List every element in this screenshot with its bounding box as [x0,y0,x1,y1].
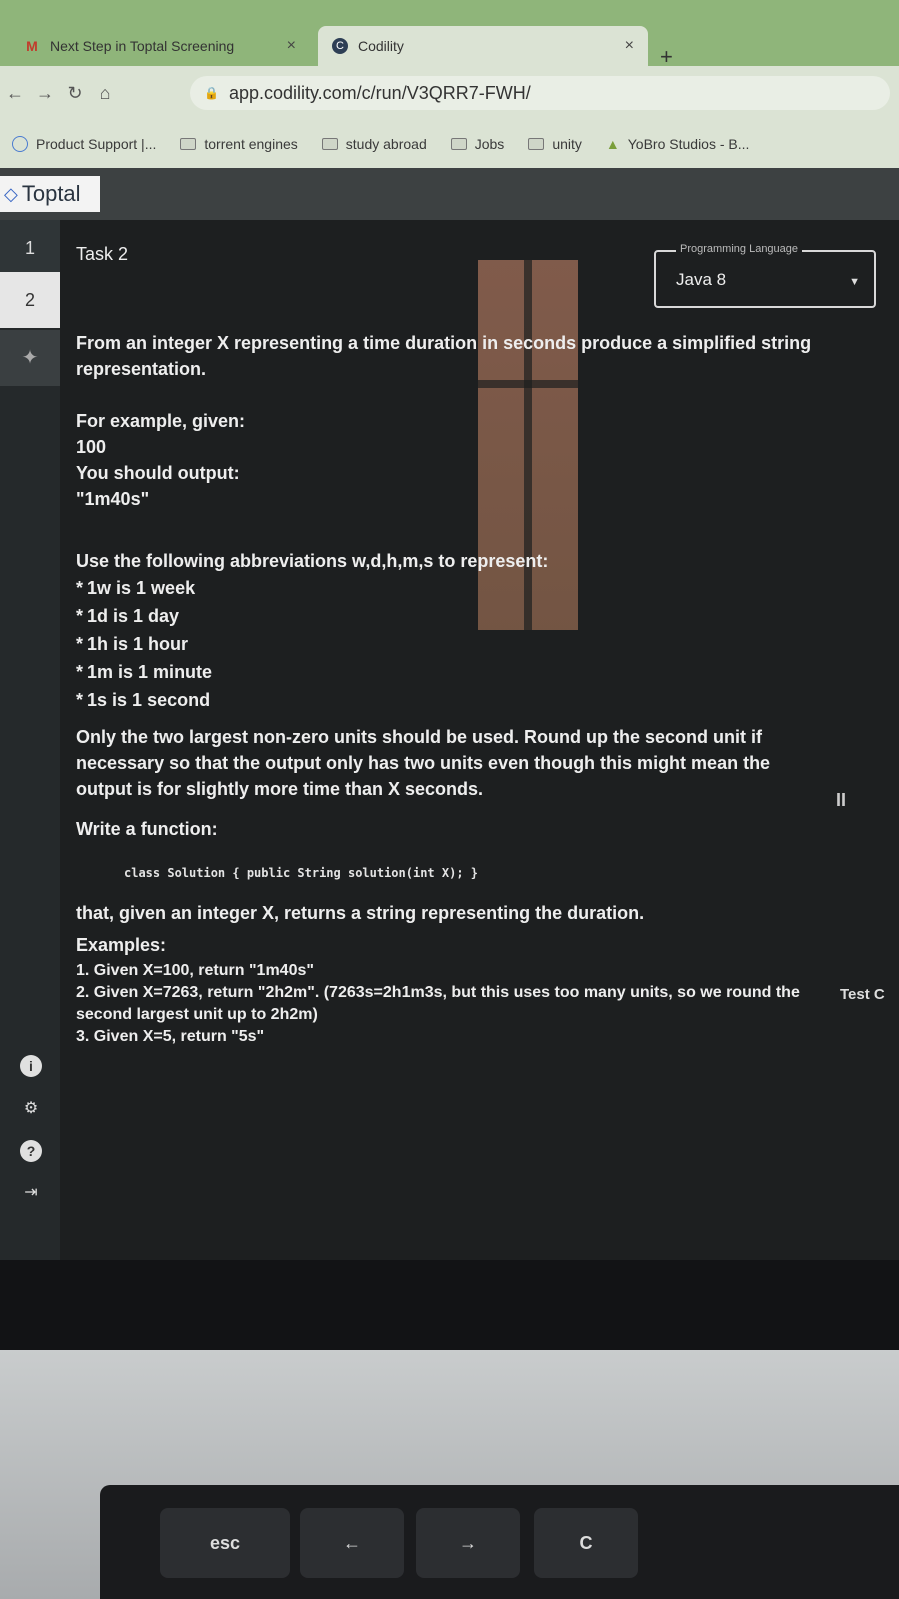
codility-icon: C [332,38,348,54]
examples-heading: Examples: [76,935,167,955]
globe-icon [12,136,28,152]
example-output-label: You should output: [76,463,240,483]
task-description-panel: Task 2 Programming Language Java 8 ▼ Fro… [60,220,899,1260]
tab-codility[interactable]: C Codility × [318,26,648,66]
examples-list: 1. Given X=100, return "1m40s" 2. Given … [76,960,816,1048]
bookmark-jobs[interactable]: Jobs [450,136,505,152]
tab-title: Next Step in Toptal Screening [50,38,235,54]
list-item: 3. Given X=5, return "5s" [76,1028,265,1045]
language-select[interactable]: Programming Language Java 8 ▼ [654,243,876,308]
rule-text: Only the two largest non-zero units shou… [76,727,771,799]
task-rail: 1 2 ✦ i ⚙ ? ⇥ [0,220,60,1260]
bookmark-study-abroad[interactable]: study abroad [321,136,427,152]
language-label: Programming Language [676,243,803,255]
list-item: 1d is 1 day [76,602,212,630]
tab-strip: M Next Step in Toptal Screening × C Codi… [0,0,899,69]
write-function-text: Write a function: [76,819,218,839]
list-item: 1m is 1 minute [76,658,212,686]
pane-resize-handle[interactable]: II [836,790,846,811]
reload-icon[interactable]: ↻ [60,83,90,104]
tab-title: Codility [358,38,404,54]
bookmark-label: torrent engines [204,136,298,152]
task-2-button[interactable]: 2 [0,272,60,328]
gmail-icon: M [26,38,38,54]
photo-stage: M Next Step in Toptal Screening × C Codi… [0,0,899,1599]
bookmark-torrent-engines[interactable]: torrent engines [180,136,298,152]
returns-text: that, given an integer X, returns a stri… [76,903,645,923]
screen-bezel: M [0,1260,899,1376]
tab-gmail[interactable]: M Next Step in Toptal Screening × [10,26,310,66]
feedback-icon[interactable]: ✦ [0,330,60,386]
folder-icon [180,138,197,150]
toptal-logo[interactable]: ◇ Toptal [0,176,100,212]
folder-icon [528,138,545,150]
list-item: 1w is 1 week [76,574,212,602]
example-block: For example, given: 100 You should outpu… [76,408,856,512]
bookmark-product-support[interactable]: Product Support |... [12,136,156,152]
list-item: 1h is 1 hour [76,630,212,658]
page-header: ◇ Toptal [0,168,899,220]
gear-icon[interactable]: ⚙ [20,1098,42,1120]
language-value: Java 8 [676,270,727,289]
lock-icon: 🔒 [204,86,219,100]
refresh-key[interactable]: C [534,1508,638,1578]
toptal-mark-icon: ◇ [4,183,18,204]
bookmark-label: Jobs [474,136,505,152]
bookmark-unity[interactable]: unity [528,136,582,152]
url-text: app.codility.com/c/run/V3QRR7-FWH/ [228,82,531,103]
help-icon[interactable]: ? [20,1140,42,1162]
bookmarks-bar: Product Support |... torrent engines stu… [0,120,899,168]
logo-text: Toptal [21,181,81,206]
esc-key[interactable]: esc [160,1508,290,1578]
bookmark-label: study abroad [345,136,427,152]
abbreviation-list: 1w is 1 week 1d is 1 day 1h is 1 hour 1m… [76,574,212,714]
forward-arrow-icon[interactable]: → [30,83,60,104]
example-intro: For example, given: [76,411,246,431]
bookmark-label: Product Support |... [36,136,157,152]
bookmark-yobro[interactable]: ▲ YoBro Studios - B... [606,136,750,152]
list-item: 1s is 1 second [76,686,212,714]
task-intro: From an integer X representing a time du… [76,333,812,379]
chevron-down-icon: ▼ [849,276,860,288]
address-bar[interactable]: 🔒 app.codility.com/c/run/V3QRR7-FWH/ [190,76,890,110]
back-key[interactable]: ← [300,1508,404,1578]
bookmark-label: YoBro Studios - B... [627,136,750,152]
info-icon[interactable]: i [20,1055,42,1077]
example-input: 100 [76,437,107,457]
folder-icon [321,138,338,150]
close-tab-icon[interactable]: × [287,37,296,55]
function-signature: class Solution { public String solution(… [124,866,479,880]
close-tab-icon[interactable]: × [625,37,634,55]
home-icon[interactable]: ⌂ [90,83,120,104]
task-title: Task 2 [76,244,129,264]
bookmark-label: unity [552,136,582,152]
abbreviation-intro: Use the following abbreviations w,d,h,m,… [76,551,549,571]
list-item: 2. Given X=7263, return "2h2m". (7263s=2… [76,984,800,1023]
logout-icon[interactable]: ⇥ [20,1182,42,1204]
task-1-button[interactable]: 1 [0,220,60,276]
example-output: "1m40s" [76,489,150,509]
test-cases-tab[interactable]: Test C [840,986,885,1003]
back-arrow-icon[interactable]: ← [0,83,30,104]
list-item: 1. Given X=100, return "1m40s" [76,962,314,979]
yobro-icon: ▲ [605,136,620,152]
forward-key[interactable]: → [416,1508,520,1578]
browser-toolbar: ← → ↻ ⌂ 🔒 app.codility.com/c/run/V3QRR7-… [0,66,899,120]
folder-icon [450,138,467,150]
